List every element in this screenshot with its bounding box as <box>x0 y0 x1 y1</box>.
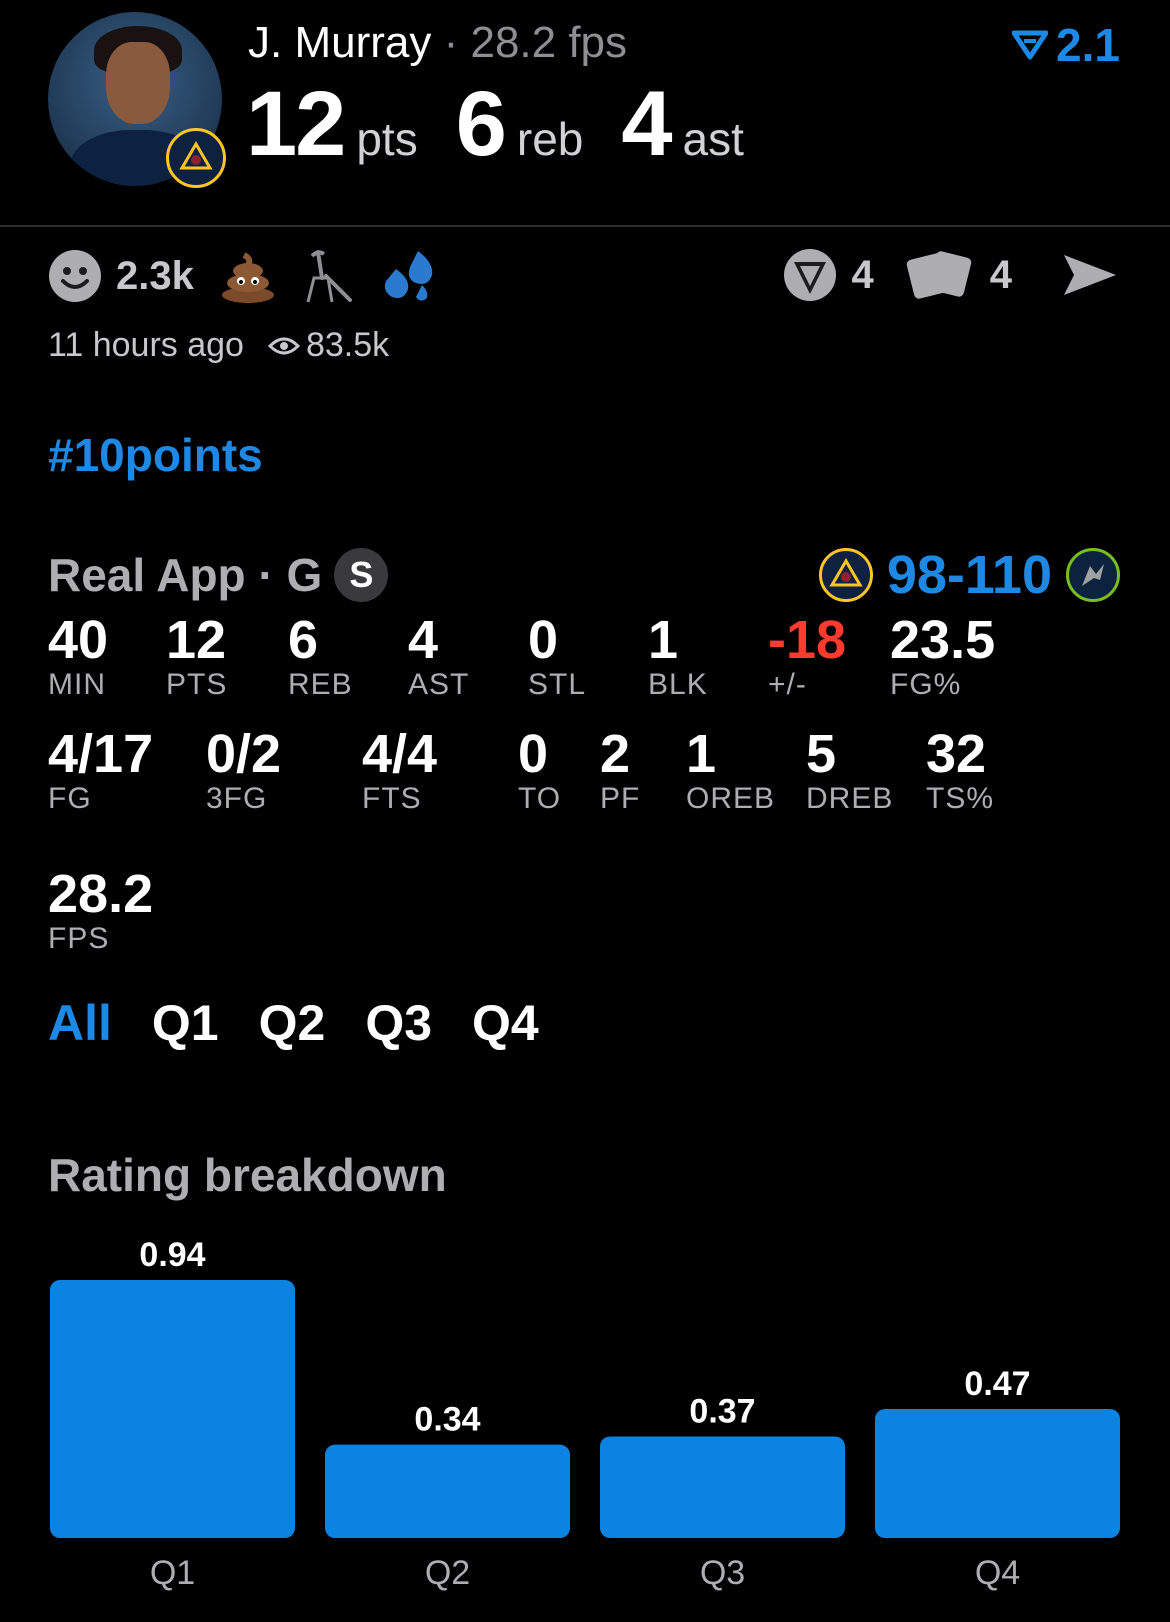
score-value: 98-110 <box>886 545 1052 605</box>
stat-fps: 28.2 FPS <box>48 864 154 955</box>
share-send-icon[interactable] <box>1060 251 1120 299</box>
x-tick-label: Q2 <box>425 1554 470 1592</box>
game-label: Real App · G <box>48 549 323 601</box>
player-name-line: J. Murray · 28.2 fps <box>248 18 627 68</box>
ast-value: 4 <box>621 73 672 175</box>
reaction-count: 2.3k <box>116 253 194 298</box>
face-shape <box>106 42 170 124</box>
stat-ts-pct: 32 TS% <box>926 724 995 815</box>
hashtag-link[interactable]: #10points <box>48 428 263 482</box>
nuggets-logo-icon <box>818 548 873 602</box>
game-source: Real App · G S <box>48 548 389 602</box>
tab-q3[interactable]: Q3 <box>365 994 432 1052</box>
rating-value: 2.1 <box>1056 19 1120 71</box>
header-divider <box>0 225 1170 227</box>
reb-value: 6 <box>455 73 507 175</box>
comment-shield-icon[interactable] <box>782 248 838 302</box>
bar-value-label: 0.37 <box>689 1392 755 1430</box>
bar-q4[interactable] <box>875 1409 1120 1538</box>
poop-emoji-icon[interactable] <box>220 249 276 303</box>
stat-dreb: 5 DREB <box>806 724 894 815</box>
stat-ast: 4 AST <box>408 610 470 701</box>
rating-chevron-icon <box>1012 30 1049 60</box>
x-tick-label: Q1 <box>150 1554 195 1592</box>
stat-stl: 0 STL <box>528 610 587 701</box>
game-score[interactable]: 98-110 <box>818 544 1120 606</box>
bar-q3[interactable] <box>600 1436 845 1538</box>
bar-value-label: 0.94 <box>139 1236 205 1274</box>
eye-icon <box>267 337 300 354</box>
bar-q2[interactable] <box>325 1444 570 1538</box>
timberwolves-logo-icon <box>1066 548 1120 602</box>
post-actions: 4 4 <box>782 248 1121 302</box>
bar-q1[interactable] <box>50 1280 295 1538</box>
stat-blk: 1 BLK <box>648 610 708 701</box>
stat-pf: 2 PF <box>600 724 641 815</box>
status-badge: S <box>334 548 389 602</box>
comments-count: 4 <box>851 252 874 297</box>
rating-badge[interactable]: 2.1 <box>1012 18 1120 72</box>
ast-unit: ast <box>682 113 744 165</box>
pts-unit: pts <box>356 113 418 165</box>
pts-value: 12 <box>246 73 346 175</box>
sweat-drops-icon[interactable] <box>380 249 436 303</box>
x-tick-label: Q3 <box>700 1554 745 1592</box>
player-name[interactable]: J. Murray <box>248 18 431 67</box>
bar-value-label: 0.47 <box>964 1365 1030 1403</box>
broom-icon[interactable] <box>302 248 354 304</box>
post-meta: 11 hours ago 83.5k <box>48 326 389 365</box>
stat-reb: 6 REB <box>288 610 353 701</box>
stat-plus-minus: -18 +/- <box>768 610 847 701</box>
rating-breakdown-title: Rating breakdown <box>48 1149 447 1201</box>
stat-fg-pct: 23.5 FG% <box>890 610 996 701</box>
reb-unit: reb <box>516 113 584 165</box>
rating-breakdown-chart: 0.94 Q1 0.34 Q2 0.37 Q3 0.47 Q4 <box>50 1236 1120 1592</box>
tab-q2[interactable]: Q2 <box>259 994 326 1052</box>
views-value: 83.5k <box>305 326 390 364</box>
stat-min: 40 MIN <box>48 610 109 701</box>
tab-all[interactable]: All <box>48 994 112 1052</box>
quarter-tabs: All Q1 Q2 Q3 Q4 <box>48 994 539 1052</box>
stat-pts: 12 PTS <box>166 610 228 701</box>
stat-fg: 4/17 FG <box>48 724 154 815</box>
tab-q1[interactable]: Q1 <box>152 994 219 1052</box>
tab-q4[interactable]: Q4 <box>472 994 539 1052</box>
x-tick-label: Q4 <box>975 1554 1020 1592</box>
bar-value-label: 0.34 <box>414 1401 480 1439</box>
view-count: 83.5k <box>267 326 390 365</box>
cards-icon[interactable] <box>906 248 976 302</box>
stat-oreb: 1 OREB <box>686 724 776 815</box>
nuggets-logo-icon <box>166 128 226 188</box>
headline-stats: 12 pts 6 reb 4 ast <box>246 72 782 177</box>
reaction-bar: 2.3k <box>48 248 436 304</box>
stat-to: 0 TO <box>518 724 562 815</box>
stat-fts: 4/4 FTS <box>362 724 438 815</box>
smile-icon[interactable] <box>48 249 102 303</box>
time-ago: 11 hours ago <box>48 326 244 364</box>
cards-count: 4 <box>989 252 1012 297</box>
stat-3fg: 0/2 3FG <box>206 724 282 815</box>
player-fps: · 28.2 fps <box>443 18 628 67</box>
